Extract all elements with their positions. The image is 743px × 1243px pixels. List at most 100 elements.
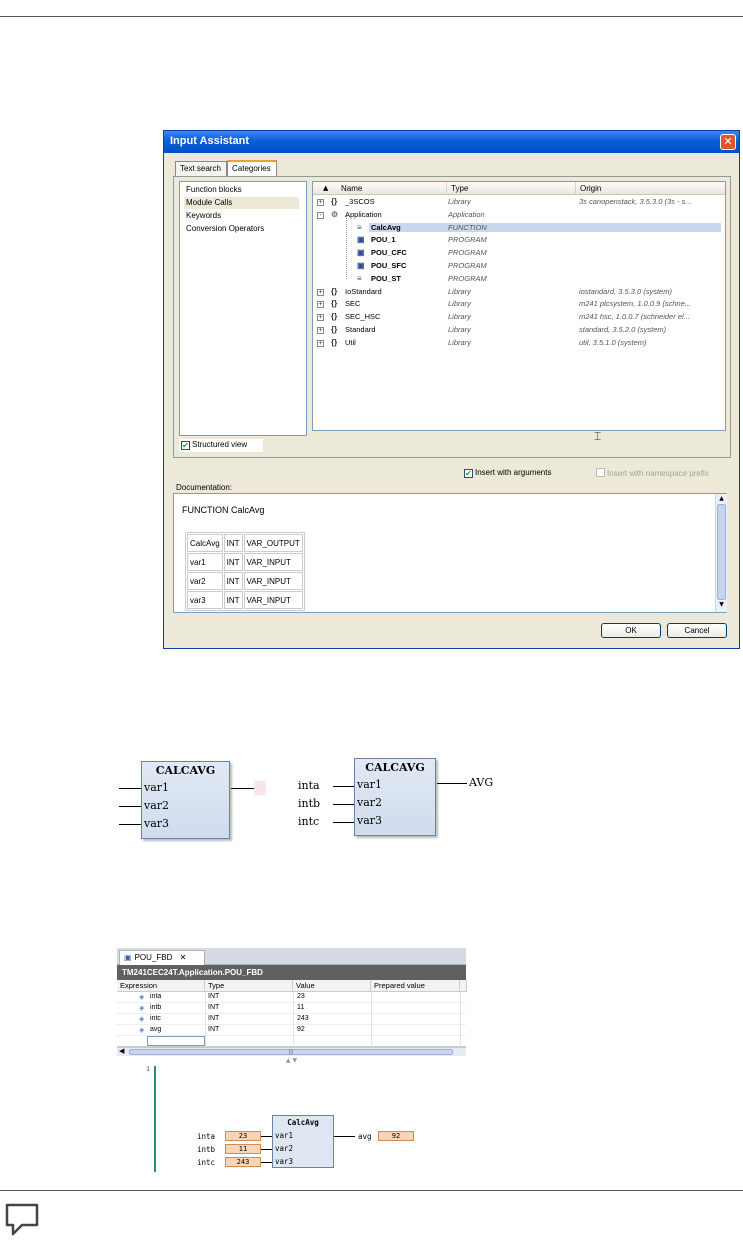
online-value[interactable]: 23	[225, 1131, 261, 1141]
tree-item-origin: iostandard, 3.5.3.0 (system)	[579, 286, 672, 296]
library-icon: {}	[331, 337, 338, 347]
watch-row[interactable]: ◈ inta INT 23	[117, 992, 466, 1003]
category-item[interactable]: Conversion Operators	[184, 223, 299, 235]
watch-row[interactable]: ◈ intc INT 243	[117, 1014, 466, 1025]
input-wire	[333, 786, 355, 787]
tree-item-origin: m241 plcsystem, 1.0.0.9 (schne...	[579, 299, 692, 309]
output-wire	[231, 788, 254, 789]
tree-row[interactable]: ▣ POU_1 PROGRAM	[313, 234, 725, 247]
tree-row[interactable]: ▣ POU_SFC PROGRAM	[313, 260, 725, 273]
scroll-thumb[interactable]	[717, 504, 726, 600]
tab-label: POU_FBD	[134, 953, 173, 962]
sort-up-icon[interactable]: ▲	[323, 184, 328, 192]
column-separator	[371, 992, 372, 1047]
expand-icon[interactable]: +	[317, 314, 324, 322]
horizontal-scrollbar[interactable]: ◀ |||	[117, 1047, 466, 1056]
column-header[interactable]: Expression	[117, 980, 205, 992]
pou-icon: ▣	[357, 248, 365, 258]
tab-pou-fbd[interactable]: ▣ POU_FBD ✕	[119, 950, 205, 965]
output-placeholder[interactable]	[254, 781, 266, 795]
expand-icon[interactable]: +	[317, 288, 324, 296]
scroll-thumb[interactable]: |||	[129, 1049, 453, 1055]
tree-row[interactable]: + {} IoStandard Library iostandard, 3.5.3.0 …	[313, 286, 725, 299]
doc-table-cell: var3	[187, 591, 223, 609]
ok-button[interactable]: OK	[601, 623, 661, 638]
expand-icon[interactable]: +	[317, 199, 324, 206]
calcavg-block-online[interactable]: CalcAvg var1 var2 var3	[272, 1115, 334, 1168]
cancel-button[interactable]: Cancel	[667, 623, 727, 638]
tree-row[interactable]: - ⚙ Application Application	[313, 209, 725, 222]
tree-row[interactable]: ≡ POU_ST PROGRAM	[313, 273, 725, 286]
variable-icon: ◈	[139, 1016, 145, 1023]
output-wire	[334, 1136, 355, 1137]
footer-rule	[0, 1190, 743, 1191]
output-variable: AVG	[469, 776, 494, 789]
output-wire	[437, 783, 467, 784]
input-assistant-dialog: Input Assistant ✕ Text search Categories…	[163, 130, 740, 649]
collapse-icon[interactable]: -	[317, 211, 324, 219]
tree-item-type: Application	[448, 209, 485, 219]
category-item[interactable]: Function blocks	[184, 184, 299, 196]
pin-label: var2	[275, 1144, 294, 1153]
tree-item-type: PROGRAM	[448, 273, 487, 283]
column-header[interactable]: Type	[205, 980, 293, 992]
tree-row[interactable]: + {} SEC_HSC Library m241 hsc, 1.0.0.7 (schn…	[313, 311, 725, 324]
library-icon: {}	[331, 286, 338, 296]
scroll-down-icon[interactable]: ▼	[717, 601, 726, 610]
watch-row[interactable]: ◈ avg INT 92	[117, 1025, 466, 1036]
online-value[interactable]: 11	[225, 1144, 261, 1154]
check-icon: ✔	[464, 469, 473, 478]
watch-cell-expr: intb	[150, 1004, 162, 1011]
watch-row[interactable]: ◈ intb INT 11	[117, 1003, 466, 1014]
insert-with-arguments-checkbox[interactable]: ✔ Insert with arguments	[464, 468, 551, 478]
category-item[interactable]: Module Calls	[184, 197, 299, 209]
input-wire	[261, 1136, 272, 1137]
scroll-up-icon[interactable]: ▲	[717, 495, 726, 504]
tab-categories[interactable]: Categories	[227, 160, 277, 176]
category-item[interactable]: Keywords	[184, 210, 299, 222]
doc-table-row: var2 INT VAR_INPUT	[187, 572, 303, 590]
expand-icon[interactable]: +	[317, 339, 324, 347]
tab-text-search[interactable]: Text search	[175, 161, 227, 176]
column-separator	[460, 992, 461, 1047]
library-icon: {}	[331, 299, 338, 309]
pou-icon: ≡	[357, 273, 362, 283]
column-header[interactable]: Name	[337, 182, 447, 195]
splitter-arrows-icon[interactable]: ▲ ▼	[117, 1056, 466, 1066]
insert-with-namespace-checkbox[interactable]: Insert with namespace prefix	[596, 468, 709, 478]
tree-row[interactable]: ≡ CalcAvg FUNCTION	[313, 222, 725, 235]
calcavg-block-wired[interactable]: CALCAVG var1 var2 var3	[354, 758, 436, 836]
pin-label: var2	[357, 796, 383, 809]
column-header[interactable]: Type	[446, 182, 576, 195]
tree-row[interactable]: ▣ POU_CFC PROGRAM	[313, 247, 725, 260]
expand-icon[interactable]: +	[317, 327, 324, 334]
tree-item-name: POU_1	[371, 235, 396, 245]
library-icon: {}	[331, 197, 338, 206]
documentation-scrollbar[interactable]: ▲ ▼	[715, 494, 727, 612]
expand-icon[interactable]: +	[317, 301, 324, 309]
insert-ns-label: Insert with namespace prefix	[607, 469, 709, 478]
close-icon[interactable]: ✕	[720, 134, 736, 150]
scroll-left-icon[interactable]: ◀	[119, 1048, 124, 1055]
column-header[interactable]: Origin	[575, 182, 710, 195]
online-value[interactable]: 92	[378, 1131, 414, 1141]
tree-row[interactable]: + {} Standard Library standard, 3.5.2.0 (sys…	[313, 324, 725, 337]
pou-icon: ▣	[357, 235, 365, 245]
structured-view-checkbox[interactable]: ✔ Structured view	[179, 439, 263, 452]
watch-cell-expr: intc	[150, 1015, 161, 1022]
column-header[interactable]: Value	[293, 980, 371, 992]
close-icon[interactable]: ✕	[180, 953, 187, 962]
doc-table-cell: var2	[187, 572, 223, 590]
online-value[interactable]: 243	[225, 1157, 261, 1167]
tree-row[interactable]: + {} SEC Library m241 plcsystem, 1.0.0.9 (sc…	[313, 298, 725, 311]
expression-edit-field[interactable]	[147, 1036, 205, 1046]
tree-row[interactable]: + {} _3SCOS Library 3s canopenstack, 3.5.3.0…	[313, 196, 725, 209]
tree-item-type: Library	[448, 325, 471, 334]
pou-icon: ≡	[357, 222, 362, 232]
input-wire	[261, 1149, 272, 1150]
column-header[interactable]: Prepared value	[371, 980, 460, 992]
watch-cell-type: INT	[208, 1004, 220, 1011]
tree-row[interactable]: + {} Util Library util, 3.5.1.0 (system)	[313, 337, 725, 350]
calcavg-block-empty[interactable]: CALCAVG var1 var2 var3	[141, 761, 230, 839]
pin-label: var3	[144, 817, 170, 830]
